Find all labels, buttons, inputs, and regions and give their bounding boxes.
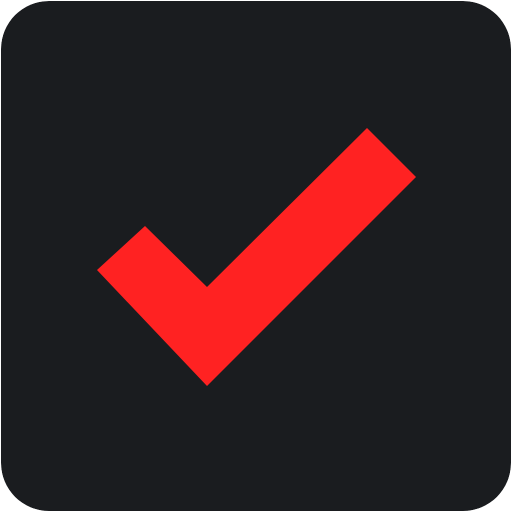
checked-checkbox[interactable] — [1, 1, 511, 511]
app-icon-stage — [0, 0, 512, 512]
